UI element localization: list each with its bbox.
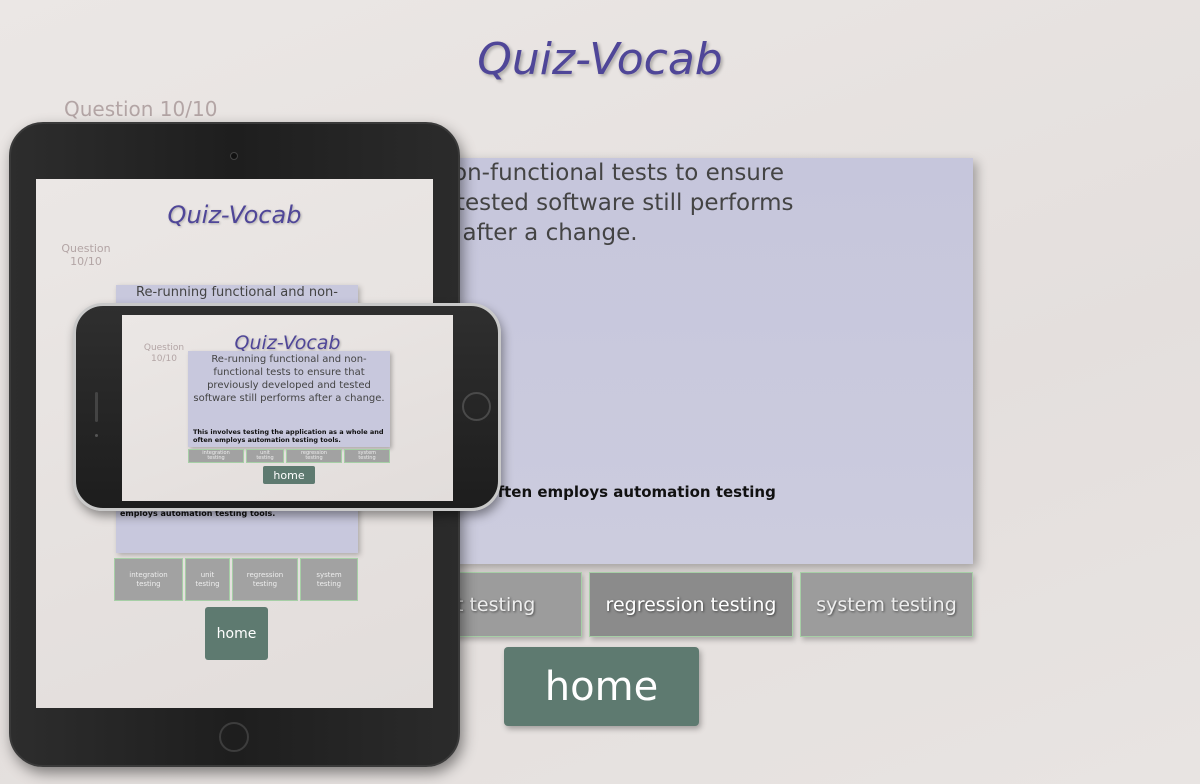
phone-question-text: Re-running functional and non-functional… [193, 354, 385, 404]
tablet-page-title: Quiz-Vocab [167, 201, 302, 229]
phone-option-integration-testing[interactable]: integration testing [188, 449, 244, 463]
tablet-camera-icon [230, 152, 238, 160]
phone-home-button[interactable]: home [263, 466, 315, 484]
page-title: Quiz-Vocab [477, 34, 723, 85]
tablet-option-label: unit [200, 570, 215, 579]
phone-option-system-testing[interactable]: system testing [344, 449, 390, 463]
tablet-question-text: Re-running functional and non- [136, 285, 338, 300]
phone-option-label: testing [207, 455, 225, 461]
tablet-option-label: testing [316, 579, 342, 588]
phone-speaker-icon [95, 392, 98, 422]
phone-option-label: testing [305, 455, 323, 461]
option-regression-testing[interactable]: regression testing [589, 572, 793, 637]
question-counter: Question 10/10 [64, 97, 218, 121]
tablet-option-label: testing [136, 579, 161, 588]
phone-question-counter-line: 10/10 [151, 354, 177, 364]
tablet-option-unit-testing[interactable]: unit testing [185, 558, 230, 601]
tablet-home-button[interactable]: home [205, 607, 268, 660]
option-system-testing[interactable]: system testing [800, 572, 973, 637]
phone-screen: Quiz-Vocab Question 10/10 Re-running fun… [122, 315, 453, 501]
tablet-option-system-testing[interactable]: system testing [300, 558, 358, 601]
tablet-option-label: integration [129, 570, 168, 579]
tablet-question-counter-line: 10/10 [70, 255, 102, 268]
phone-question-hint: This involves testing the application as… [193, 428, 384, 444]
tablet-home-button-icon [219, 722, 249, 752]
home-button[interactable]: home [504, 647, 699, 726]
tablet-option-label: system [316, 570, 342, 579]
phone-question-counter: Question 10/10 [139, 343, 189, 365]
phone-option-label: testing [358, 455, 376, 461]
tablet-option-regression-testing[interactable]: regression testing [232, 558, 298, 601]
phone-sensor-icon [95, 434, 98, 437]
tablet-option-label: regression [246, 570, 284, 579]
phone-home-button-icon [462, 392, 491, 421]
phone-option-regression-testing[interactable]: regression testing [286, 449, 342, 463]
phone-option-unit-testing[interactable]: unit testing [246, 449, 284, 463]
tablet-question-counter: Question 10/10 [58, 242, 114, 268]
tablet-option-label: testing [252, 579, 278, 588]
tablet-option-integration-testing[interactable]: integration testing [114, 558, 183, 601]
tablet-option-label: testing [195, 579, 220, 588]
phone-question-counter-line: Question [143, 343, 185, 353]
tablet-question-counter-line: Question [61, 242, 111, 255]
phone-option-label: testing [256, 455, 274, 461]
